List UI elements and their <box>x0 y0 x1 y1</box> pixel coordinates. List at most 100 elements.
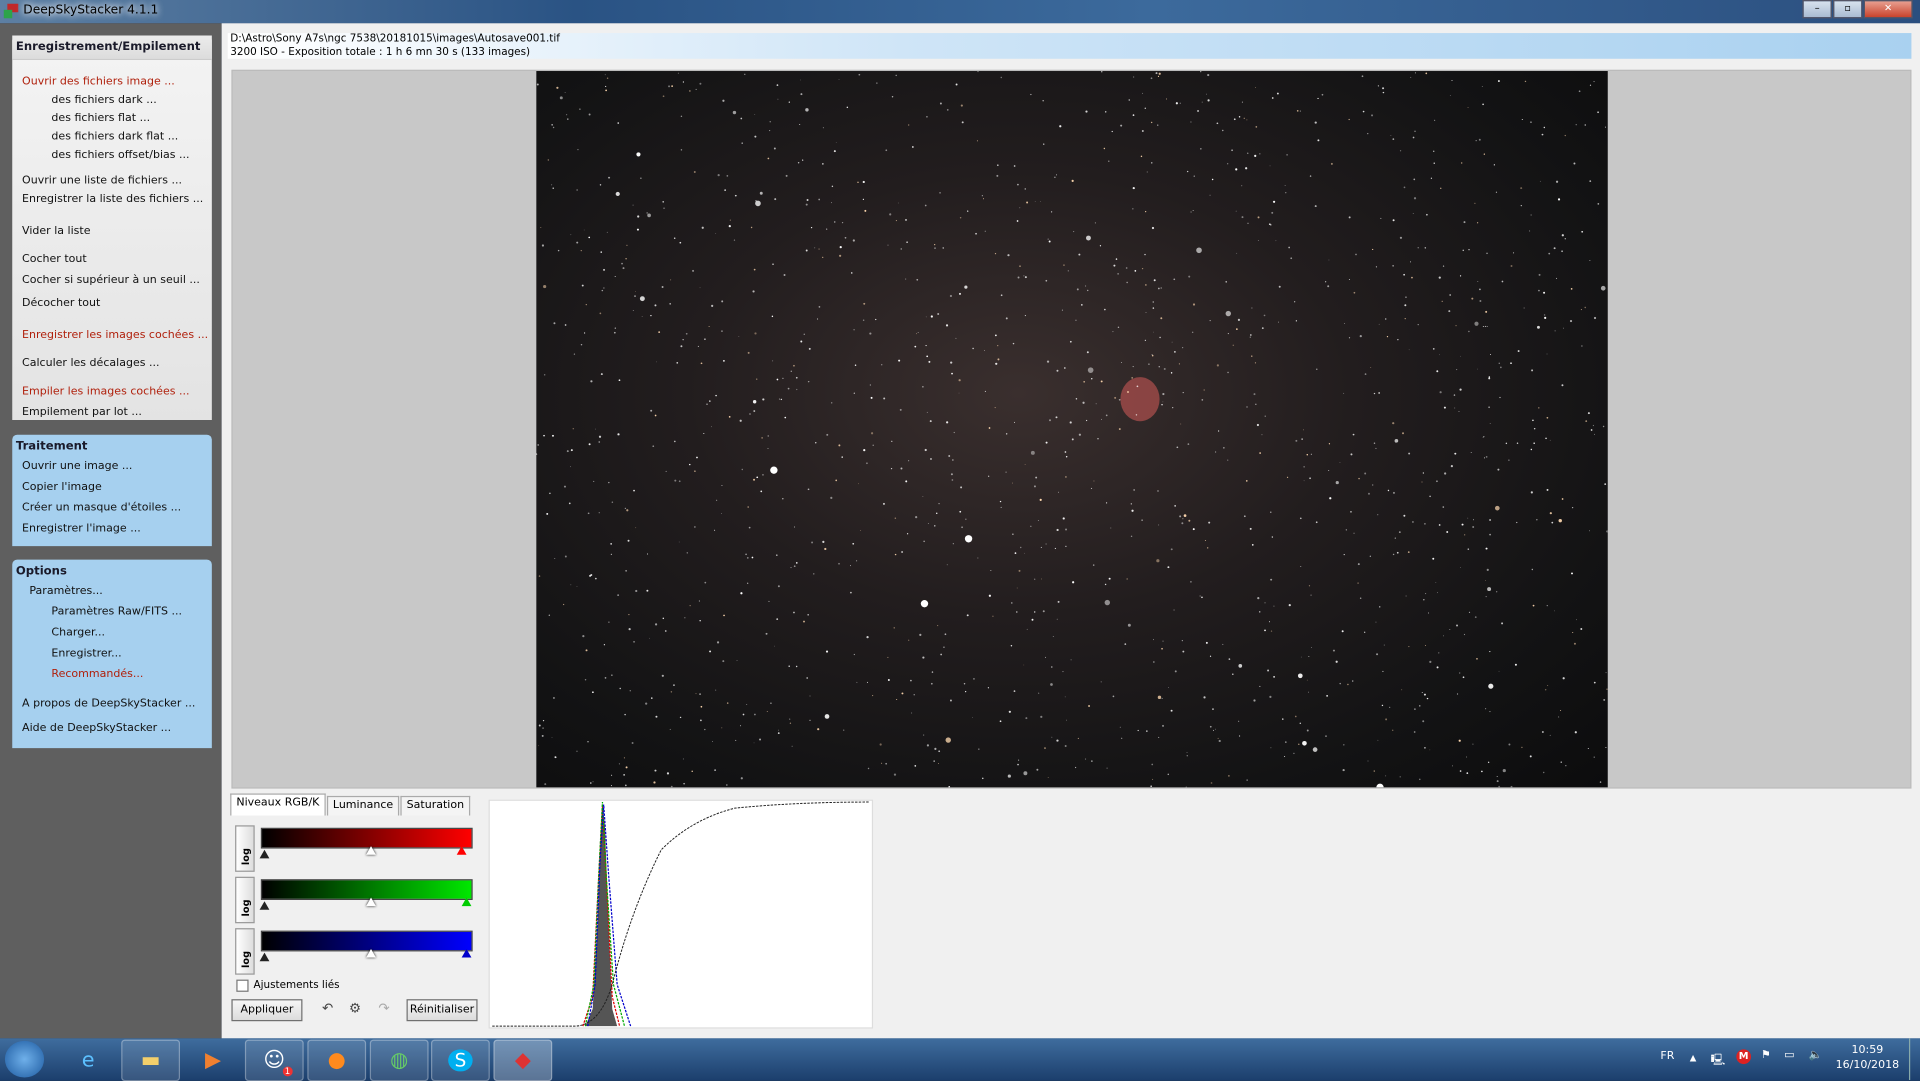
discord-icon[interactable]: ☺ 1 <box>244 1039 304 1081</box>
start-button[interactable] <box>4 1040 45 1078</box>
stacked-image[interactable] <box>536 71 1608 788</box>
star <box>1300 565 1302 567</box>
log-toggle-red[interactable]: log <box>235 825 255 872</box>
sidebar-item[interactable]: Cocher si supérieur à un seuil ... <box>22 274 200 286</box>
sidebar-item[interactable]: Créer un masque d'étoiles ... <box>22 502 181 514</box>
tab-luminance[interactable]: Luminance <box>326 795 400 816</box>
sidebar-item[interactable]: Copier l'image <box>22 481 102 493</box>
clock[interactable]: 10:59 16/10/2018 <box>1834 1044 1900 1071</box>
sidebar-item[interactable]: Ouvrir des fichiers image ... <box>22 76 175 88</box>
sidebar-item[interactable]: Charger... <box>51 627 105 639</box>
minimize-button[interactable]: – <box>1802 0 1832 19</box>
sidebar-item[interactable]: Cocher tout <box>22 253 87 265</box>
black-point-handle[interactable] <box>259 849 270 859</box>
black-point-handle[interactable] <box>259 952 270 962</box>
midtone-handle[interactable] <box>366 948 376 958</box>
midtone-handle[interactable] <box>366 897 376 907</box>
sidebar-item[interactable]: des fichiers offset/bias ... <box>51 149 189 161</box>
star <box>1085 285 1087 287</box>
sidebar-item[interactable]: A propos de DeepSkyStacker ... <box>22 698 195 710</box>
sidebar-item[interactable]: Enregistrer... <box>51 648 121 660</box>
deepskystacker-taskbar-icon[interactable]: ◆ <box>493 1039 553 1081</box>
star <box>1040 715 1043 718</box>
media-player-icon[interactable]: ▶ <box>184 1040 243 1081</box>
sidebar-item[interactable]: Empiler les images cochées ... <box>22 386 189 398</box>
star <box>1112 331 1114 333</box>
internet-explorer-icon[interactable]: e <box>59 1040 118 1081</box>
sidebar-item[interactable]: Vider la liste <box>22 225 90 237</box>
action-center-flag-icon[interactable]: ⚑ <box>1761 1049 1771 1061</box>
star <box>826 228 828 230</box>
star <box>551 737 553 738</box>
checkbox[interactable] <box>236 979 249 992</box>
sidebar-item[interactable]: Aide de DeepSkyStacker ... <box>22 722 171 734</box>
skype-icon[interactable]: S <box>431 1039 490 1081</box>
tab-rgb-levels[interactable]: Niveaux RGB/K <box>230 793 326 816</box>
settings-icon[interactable]: ⚙ <box>349 1000 361 1016</box>
sidebar-item[interactable]: des fichiers flat ... <box>51 113 150 125</box>
black-point-handle[interactable] <box>259 901 270 910</box>
globe-app-icon[interactable]: ◍ <box>369 1039 429 1081</box>
sidebar-item[interactable]: Décocher tout <box>22 298 100 310</box>
star <box>610 785 612 787</box>
file-explorer-icon[interactable]: ▬ <box>121 1039 180 1081</box>
white-point-handle[interactable] <box>456 846 467 855</box>
log-toggle-blue[interactable]: log <box>235 928 255 975</box>
star <box>1348 279 1350 281</box>
star <box>1201 399 1204 401</box>
star <box>598 441 601 443</box>
sidebar-item[interactable]: Calculer les décalages ... <box>22 358 159 370</box>
sidebar-item[interactable]: Ouvrir une liste de fichiers ... <box>22 175 182 187</box>
sidebar-item[interactable]: Ouvrir une image ... <box>22 460 132 472</box>
sidebar-item[interactable]: Enregistrer les images cochées ... <box>22 329 208 341</box>
show-hidden-icons[interactable]: ▲ <box>1690 1053 1697 1063</box>
image-viewer[interactable] <box>231 69 1912 789</box>
log-toggle-green[interactable]: log <box>235 876 255 924</box>
sidebar-item[interactable]: Enregistrer l'image ... <box>22 523 141 535</box>
sidebar-item[interactable]: Recommandés... <box>51 669 143 681</box>
sidebar-item[interactable]: Paramètres... <box>29 585 102 597</box>
language-indicator[interactable]: FR <box>1660 1051 1674 1063</box>
mega-icon[interactable]: M <box>1736 1049 1752 1065</box>
star <box>1031 618 1034 621</box>
apply-button[interactable]: Appliquer <box>231 999 303 1022</box>
star <box>1562 677 1565 680</box>
star <box>1267 669 1270 672</box>
star <box>617 433 620 436</box>
star <box>1065 456 1068 458</box>
star <box>999 720 1002 723</box>
star <box>1484 457 1486 459</box>
star <box>1180 423 1182 425</box>
volume-icon[interactable]: 🔈 <box>1809 1049 1823 1061</box>
network-icon[interactable]: 🖳 <box>1711 1051 1726 1071</box>
redo-icon[interactable]: ↷ <box>378 1000 389 1016</box>
star <box>686 552 689 554</box>
star <box>1329 497 1332 500</box>
midtone-handle[interactable] <box>366 846 376 855</box>
sidebar-item[interactable]: des fichiers dark flat ... <box>51 131 178 143</box>
show-desktop-button[interactable] <box>1908 1038 1920 1080</box>
close-button[interactable]: ✕ <box>1863 0 1913 19</box>
sidebar-item[interactable]: Enregistrer la liste des fichiers ... <box>22 193 203 205</box>
white-point-handle[interactable] <box>461 948 472 958</box>
star <box>1308 691 1309 693</box>
star <box>887 656 889 659</box>
sidebar-item[interactable]: des fichiers dark ... <box>51 94 156 106</box>
star <box>822 256 824 258</box>
reset-button[interactable]: Réinitialiser <box>406 999 478 1022</box>
tab-saturation[interactable]: Saturation <box>400 795 471 816</box>
star <box>772 263 774 265</box>
maximize-button[interactable]: ▫ <box>1833 0 1863 19</box>
star <box>1467 517 1469 519</box>
star <box>629 690 631 692</box>
network-status-icon[interactable]: ▭ <box>1784 1049 1794 1061</box>
linked-adjustments-checkbox[interactable]: Ajustements liés <box>236 979 340 992</box>
sidebar-item[interactable]: Empilement par lot ... <box>22 407 142 419</box>
star <box>1117 326 1120 329</box>
white-point-handle[interactable] <box>461 897 472 907</box>
star <box>934 247 936 249</box>
undo-icon[interactable]: ↶ <box>322 1000 333 1016</box>
sidebar-item[interactable]: Paramètres Raw/FITS ... <box>51 606 182 618</box>
star <box>1099 245 1102 247</box>
firefox-icon[interactable]: ● <box>307 1039 367 1081</box>
